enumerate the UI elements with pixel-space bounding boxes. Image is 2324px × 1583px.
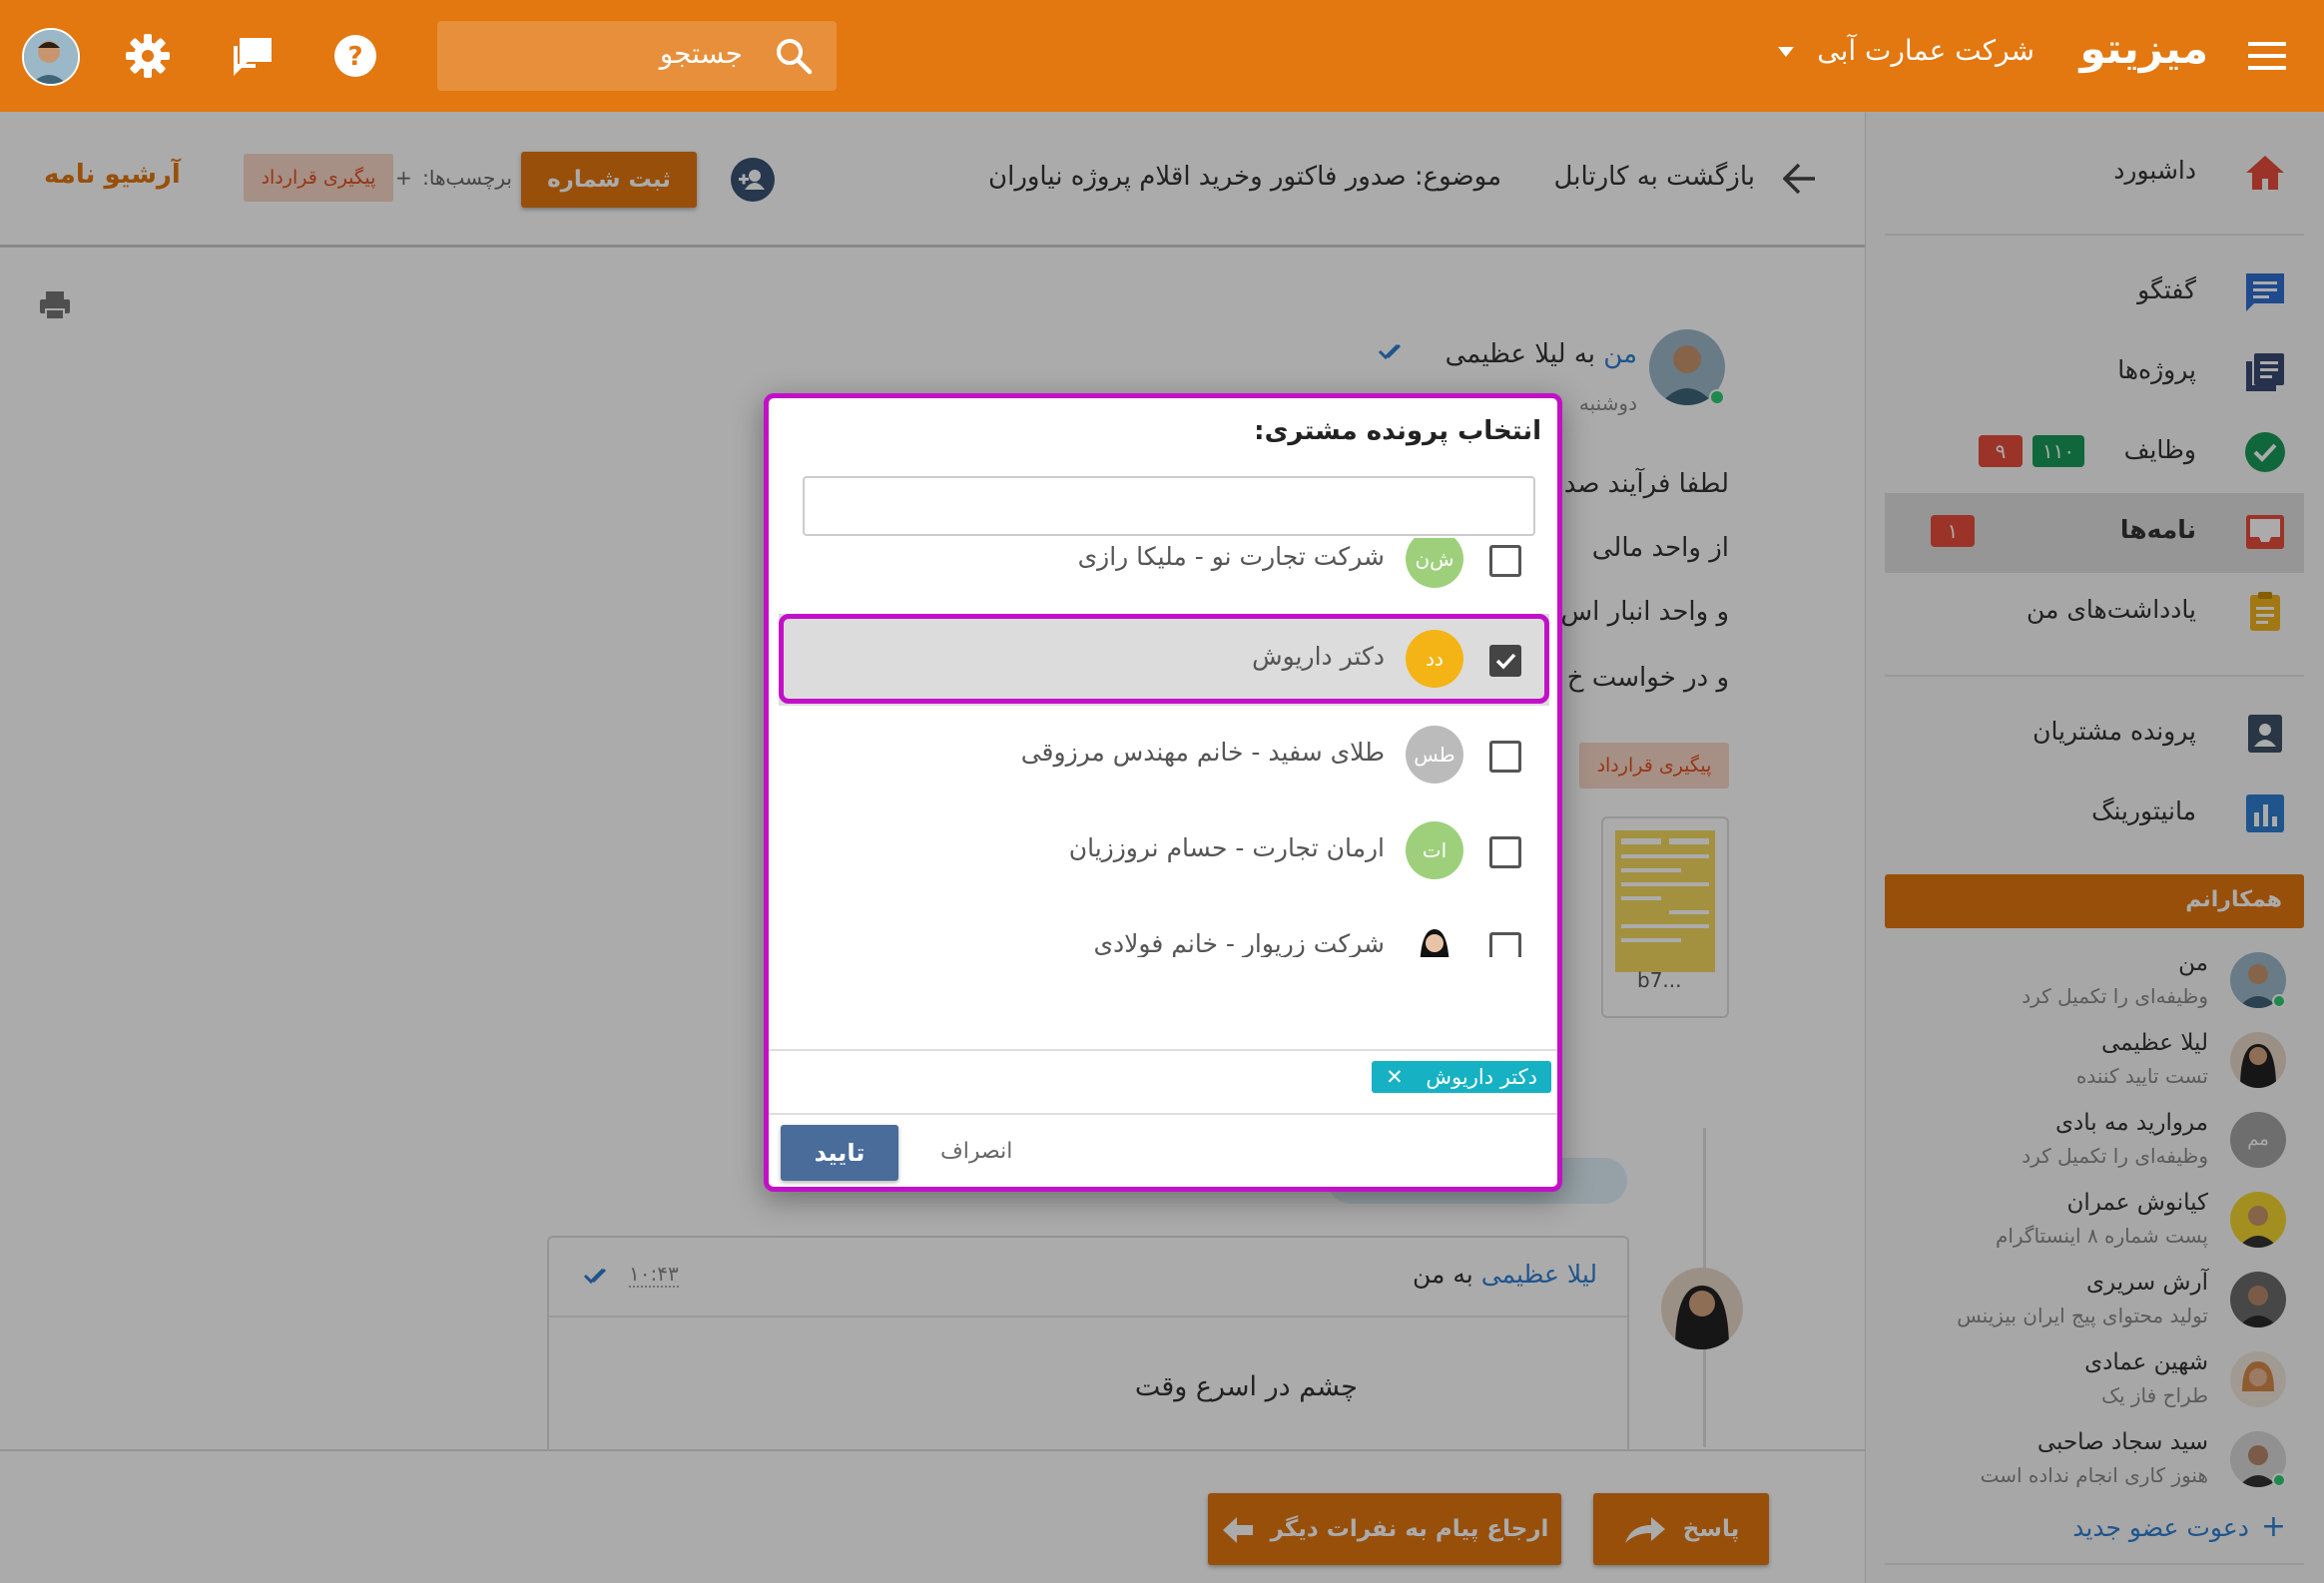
customer-initials-avatar: ات <box>1406 821 1463 879</box>
user-avatar[interactable] <box>22 28 80 86</box>
search-input[interactable]: جستجو <box>660 37 743 70</box>
selected-chip-label: دکتر داریوش <box>1426 1065 1537 1089</box>
customer-name: شرکت زریوار - خانم فولادی <box>1093 929 1385 957</box>
confirm-button[interactable]: تایید <box>781 1125 898 1181</box>
top-bar: میزیتو شرکت عمارت آبی جستجو ? <box>0 0 2324 112</box>
customer-option[interactable]: شرکت زریوار - خانم فولادی <box>779 901 1549 957</box>
caret-down-icon <box>1778 47 1795 57</box>
selected-option-highlight <box>779 614 1549 704</box>
messages-icon[interactable] <box>230 36 276 78</box>
divider <box>769 1113 1557 1115</box>
customer-options-list: ش‌ن شرکت تجارت نو - ملیکا رازی دد دکتر د… <box>769 538 1557 957</box>
dialog-title: انتخاب پرونده مشتری: <box>1254 416 1541 446</box>
customer-name: طلای سفید - خانم مهندس مرزوقی <box>1020 738 1385 767</box>
company-selector[interactable]: شرکت عمارت آبی <box>1778 34 2034 67</box>
brand-logo[interactable]: میزیتو <box>2079 24 2208 73</box>
cancel-button[interactable]: انصراف <box>940 1139 1012 1164</box>
option-checkbox[interactable] <box>1489 545 1521 577</box>
customer-search-input[interactable] <box>803 476 1535 536</box>
option-checkbox[interactable] <box>1489 836 1521 868</box>
search-box[interactable]: جستجو <box>437 21 837 91</box>
customer-option[interactable]: طس طلای سفید - خانم مهندس مرزوقی <box>779 710 1549 801</box>
customer-option[interactable]: ش‌ن شرکت تجارت نو - ملیکا رازی <box>779 538 1549 606</box>
help-icon[interactable]: ? <box>333 34 377 78</box>
svg-text:?: ? <box>347 42 362 72</box>
customer-initials-avatar: طس <box>1406 726 1463 784</box>
select-customer-file-dialog: انتخاب پرونده مشتری: ش‌ن شرکت تجارت نو -… <box>764 393 1562 1192</box>
option-checkbox[interactable] <box>1489 932 1521 957</box>
menu-icon[interactable] <box>2248 40 2286 72</box>
customer-name: شرکت تجارت نو - ملیکا رازی <box>1077 542 1385 571</box>
settings-gear-icon[interactable] <box>126 34 170 78</box>
search-icon[interactable] <box>775 37 813 75</box>
company-name: شرکت عمارت آبی <box>1817 34 2034 67</box>
customer-photo-avatar <box>1406 917 1463 957</box>
customer-option[interactable]: ات ارمان تجارت - حسام نروززیان <box>779 805 1549 897</box>
option-checkbox[interactable] <box>1489 741 1521 773</box>
chip-close-icon[interactable]: ✕ <box>1386 1065 1404 1089</box>
selected-chip[interactable]: دکتر داریوش ✕ <box>1372 1061 1551 1093</box>
customer-initials-avatar: ش‌ن <box>1406 538 1463 588</box>
divider <box>769 1049 1557 1051</box>
customer-name: ارمان تجارت - حسام نروززیان <box>1068 833 1385 862</box>
